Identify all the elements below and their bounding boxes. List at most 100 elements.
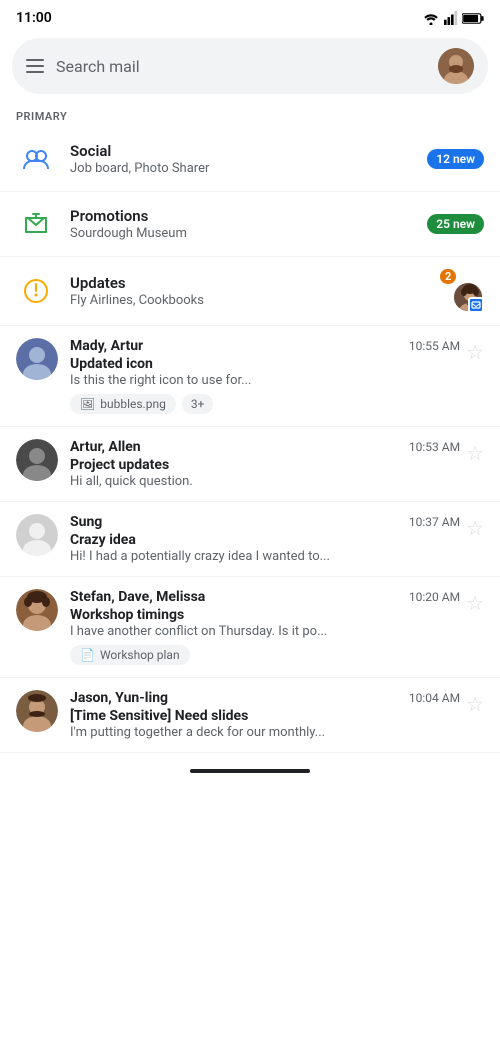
category-social[interactable]: Social Job board, Photo Sharer 12 new	[0, 127, 500, 192]
email-sender: Jason, Yun-ling	[70, 690, 168, 706]
email-subject: Workshop timings	[70, 607, 460, 623]
email-sender: Stefan, Dave, Melissa	[70, 589, 205, 605]
email-row-5[interactable]: Jason, Yun-ling 10:04 AM [Time Sensitive…	[0, 678, 500, 753]
email-attachments: 📄 Workshop plan	[70, 645, 484, 665]
updates-sub: Fly Airlines, Cookbooks	[70, 293, 426, 308]
star-button[interactable]: ☆	[466, 591, 484, 615]
email-attachments: 🖼 bubbles.png 3+	[70, 394, 484, 414]
updates-info: Updates Fly Airlines, Cookbooks	[70, 274, 426, 308]
email-preview: Is this the right icon to use for...	[70, 373, 460, 388]
status-icons	[422, 11, 484, 25]
updates-name: Updates	[70, 274, 426, 292]
email-avatar	[16, 690, 58, 732]
email-meta: Sung 10:37 AM Crazy idea Hi! I had a pot…	[70, 514, 460, 564]
attachment-name: Workshop plan	[100, 648, 180, 662]
attachment-chip[interactable]: 🖼 bubbles.png	[70, 394, 176, 414]
attachment-more: 3+	[182, 394, 214, 414]
menu-button[interactable]	[26, 59, 44, 73]
email-header: Stefan, Dave, Melissa 10:20 AM	[70, 589, 460, 605]
email-header: Artur, Allen 10:53 AM	[70, 439, 460, 455]
category-promotions[interactable]: Promotions Sourdough Museum 25 new	[0, 192, 500, 257]
email-sender: Sung	[70, 514, 102, 530]
social-sub: Job board, Photo Sharer	[70, 161, 413, 176]
category-updates[interactable]: Updates Fly Airlines, Cookbooks 2	[0, 257, 500, 326]
email-row-2[interactable]: Artur, Allen 10:53 AM Project updates Hi…	[0, 427, 500, 502]
email-avatar	[16, 589, 58, 631]
email-sender: Mady, Artur	[70, 338, 143, 354]
wifi-icon	[422, 11, 440, 25]
updates-icon	[16, 271, 56, 311]
star-button[interactable]: ☆	[466, 516, 484, 540]
social-info: Social Job board, Photo Sharer	[70, 142, 413, 176]
email-row-3[interactable]: Sung 10:37 AM Crazy idea Hi! I had a pot…	[0, 502, 500, 577]
email-header: Mady, Artur 10:55 AM	[70, 338, 460, 354]
battery-icon	[462, 12, 484, 25]
user-avatar[interactable]	[438, 48, 474, 84]
email-content: Jason, Yun-ling 10:04 AM [Time Sensitive…	[70, 690, 484, 740]
star-button[interactable]: ☆	[466, 692, 484, 716]
home-indicator	[190, 769, 310, 773]
attachment-chip[interactable]: 📄 Workshop plan	[70, 645, 190, 665]
user-avatar-image	[438, 48, 474, 84]
email-header-wrap: Sung 10:37 AM Crazy idea Hi! I had a pot…	[70, 514, 484, 564]
email-header-wrap: Jason, Yun-ling 10:04 AM [Time Sensitive…	[70, 690, 484, 740]
search-bar-wrap: Search mail	[0, 32, 500, 104]
social-badge: 12 new	[427, 149, 484, 169]
email-avatar	[16, 439, 58, 481]
promotions-icon	[16, 204, 56, 244]
search-input[interactable]: Search mail	[56, 57, 426, 76]
email-row-4[interactable]: Stefan, Dave, Melissa 10:20 AM Workshop …	[0, 577, 500, 678]
email-list: Mady, Artur 10:55 AM Updated icon Is thi…	[0, 326, 500, 753]
email-meta: Stefan, Dave, Melissa 10:20 AM Workshop …	[70, 589, 460, 639]
email-time: 10:04 AM	[409, 691, 460, 705]
attachment-icon: 🖼	[80, 397, 95, 411]
email-time: 10:37 AM	[409, 515, 460, 529]
section-label: PRIMARY	[0, 104, 500, 127]
social-icon	[16, 139, 56, 179]
updates-count: 2	[440, 269, 456, 284]
email-meta: Jason, Yun-ling 10:04 AM [Time Sensitive…	[70, 690, 460, 740]
updates-badge-wrap: 2	[440, 269, 484, 313]
star-button[interactable]: ☆	[466, 441, 484, 465]
email-meta: Mady, Artur 10:55 AM Updated icon Is thi…	[70, 338, 460, 388]
email-preview: I'm putting together a deck for our mont…	[70, 725, 460, 740]
signal-icon	[444, 11, 458, 25]
email-row-1[interactable]: Mady, Artur 10:55 AM Updated icon Is thi…	[0, 326, 500, 427]
email-header-wrap: Artur, Allen 10:53 AM Project updates Hi…	[70, 439, 484, 489]
email-avatar	[16, 514, 58, 556]
star-button[interactable]: ☆	[466, 340, 484, 364]
message-icon	[468, 297, 484, 313]
email-subject: Project updates	[70, 457, 460, 473]
email-time: 10:20 AM	[409, 590, 460, 604]
email-header-wrap: Mady, Artur 10:55 AM Updated icon Is thi…	[70, 338, 484, 388]
search-bar[interactable]: Search mail	[12, 38, 488, 94]
email-sender: Artur, Allen	[70, 439, 141, 455]
social-name: Social	[70, 142, 413, 160]
email-subject: Updated icon	[70, 356, 460, 372]
email-time: 10:53 AM	[409, 440, 460, 454]
bottom-bar	[0, 753, 500, 781]
email-content: Artur, Allen 10:53 AM Project updates Hi…	[70, 439, 484, 489]
email-content: Sung 10:37 AM Crazy idea Hi! I had a pot…	[70, 514, 484, 564]
email-content: Stefan, Dave, Melissa 10:20 AM Workshop …	[70, 589, 484, 665]
email-subject: [Time Sensitive] Need slides	[70, 708, 460, 724]
attachment-icon: 📄	[80, 648, 95, 662]
email-header-wrap: Stefan, Dave, Melissa 10:20 AM Workshop …	[70, 589, 484, 639]
status-time: 11:00	[16, 10, 52, 26]
email-content: Mady, Artur 10:55 AM Updated icon Is thi…	[70, 338, 484, 414]
promotions-name: Promotions	[70, 207, 413, 225]
email-preview: Hi all, quick question.	[70, 474, 460, 489]
promotions-sub: Sourdough Museum	[70, 226, 413, 241]
attachment-name: bubbles.png	[100, 397, 166, 411]
email-header: Sung 10:37 AM	[70, 514, 460, 530]
email-subject: Crazy idea	[70, 532, 460, 548]
email-avatar	[16, 338, 58, 380]
email-preview: I have another conflict on Thursday. Is …	[70, 624, 460, 639]
promotions-badge: 25 new	[427, 214, 484, 234]
status-bar: 11:00	[0, 0, 500, 32]
email-header: Jason, Yun-ling 10:04 AM	[70, 690, 460, 706]
email-time: 10:55 AM	[409, 339, 460, 353]
promotions-info: Promotions Sourdough Museum	[70, 207, 413, 241]
email-preview: Hi! I had a potentially crazy idea I wan…	[70, 549, 460, 564]
email-meta: Artur, Allen 10:53 AM Project updates Hi…	[70, 439, 460, 489]
